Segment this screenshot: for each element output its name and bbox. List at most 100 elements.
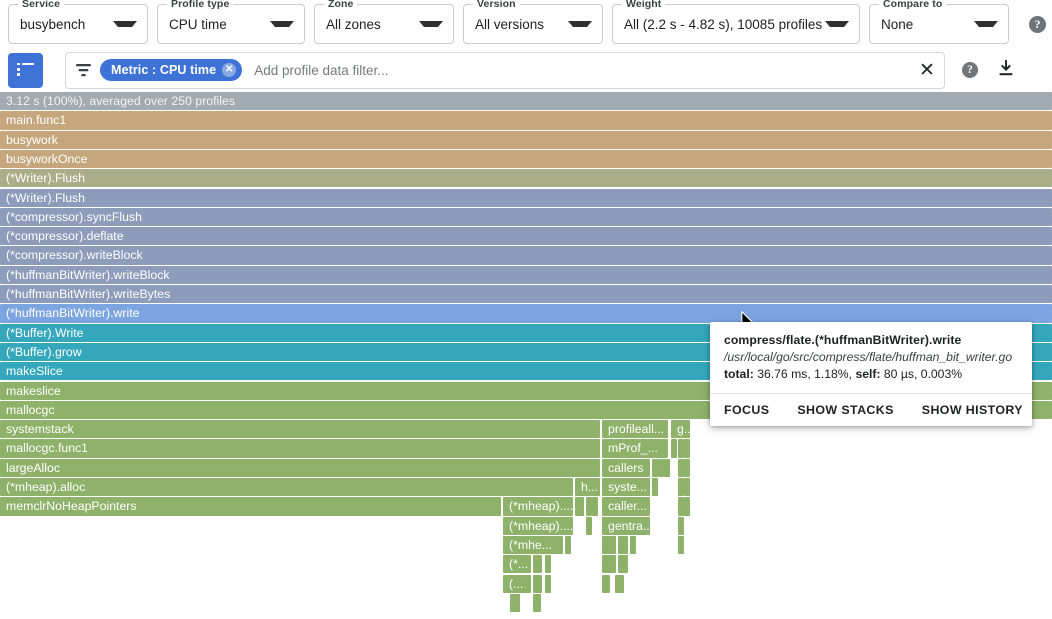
metric-filter-chip[interactable]: Metric : CPU time ✕ bbox=[100, 59, 242, 81]
service-select[interactable]: Service busybench bbox=[8, 4, 148, 44]
flame-frame[interactable]: h... bbox=[575, 478, 600, 496]
flame-frame-label: caller... bbox=[608, 499, 647, 513]
list-view-toggle-button[interactable] bbox=[8, 53, 43, 88]
compare-to-select-label: Compare to bbox=[879, 0, 946, 10]
flame-frame-label: profileall... bbox=[608, 422, 664, 436]
clear-filters-icon[interactable]: ✕ bbox=[916, 61, 938, 80]
show-stacks-button[interactable]: SHOW STACKS bbox=[797, 403, 893, 417]
flame-frame[interactable] bbox=[575, 497, 584, 515]
flame-frame-label: (*Buffer).Write bbox=[6, 326, 83, 340]
profiler-page: Service busybench Profile type CPU time … bbox=[0, 0, 1052, 619]
flame-frame[interactable]: (*mheap).alloc bbox=[0, 478, 573, 496]
flame-frame[interactable]: profileall... bbox=[602, 420, 668, 438]
flame-frame[interactable]: 3.12 s (100%), averaged over 250 profile… bbox=[0, 92, 1052, 110]
flame-frame-label: (*Buffer).grow bbox=[6, 345, 82, 359]
frame-tooltip: compress/flate.(*huffmanBitWriter).write… bbox=[710, 322, 1032, 426]
flame-frame[interactable]: gentra... bbox=[602, 517, 650, 535]
flame-frame-label: mProf_... bbox=[608, 441, 658, 455]
download-icon[interactable] bbox=[997, 59, 1015, 82]
flame-frame[interactable]: (*compressor).writeBlock bbox=[0, 246, 1052, 264]
flame-frame[interactable]: (*mhe... bbox=[503, 536, 563, 554]
flame-frame[interactable]: (*huffmanBitWriter).writeBlock bbox=[0, 266, 1052, 284]
flame-frame[interactable]: mProf_... bbox=[602, 439, 668, 457]
flame-frame[interactable] bbox=[652, 478, 658, 496]
flame-frame[interactable] bbox=[671, 439, 677, 457]
filter-toolbar: Service busybench Profile type CPU time … bbox=[0, 0, 1052, 48]
flame-frame[interactable]: (*huffmanBitWriter).writeBytes bbox=[0, 285, 1052, 303]
flame-frame[interactable] bbox=[565, 536, 571, 554]
flame-frame-label: (*compressor).writeBlock bbox=[6, 248, 143, 262]
flame-frame[interactable] bbox=[615, 575, 624, 593]
flame-frame[interactable]: (*mheap).... bbox=[503, 517, 573, 535]
flame-frame[interactable]: (*Writer).Flush bbox=[0, 189, 1052, 207]
show-history-button[interactable]: SHOW HISTORY bbox=[922, 403, 1023, 417]
chevron-down-icon bbox=[419, 21, 443, 27]
flame-frame-label: mallocgc bbox=[6, 403, 55, 417]
flame-frame-label: largeAlloc bbox=[6, 461, 60, 475]
flame-frame[interactable]: busywork bbox=[0, 131, 1052, 149]
flame-frame[interactable] bbox=[533, 575, 542, 593]
filter-input[interactable]: Add profile data filter... bbox=[254, 63, 916, 78]
flame-frame[interactable]: (*Writer).Flush bbox=[0, 169, 1052, 187]
flame-frame-label: busyworkOnce bbox=[6, 152, 87, 166]
focus-button[interactable]: FOCUS bbox=[724, 403, 769, 417]
profile-filter-bar: Metric : CPU time ✕ Add profile data fil… bbox=[0, 48, 1052, 92]
flame-frame[interactable] bbox=[533, 555, 542, 573]
tooltip-function-name: compress/flate.(*huffmanBitWriter).write bbox=[724, 333, 1018, 347]
flame-frame[interactable]: largeAlloc bbox=[0, 459, 600, 477]
flame-frame[interactable] bbox=[545, 575, 551, 593]
flame-frame[interactable]: busyworkOnce bbox=[0, 150, 1052, 168]
flame-frame[interactable]: mallocgc.func1 bbox=[0, 439, 600, 457]
version-select[interactable]: Version All versions bbox=[463, 4, 603, 44]
flame-frame[interactable] bbox=[533, 594, 541, 612]
flame-frame[interactable] bbox=[510, 594, 520, 612]
tooltip-total-label: total: bbox=[724, 367, 754, 381]
flame-frame[interactable] bbox=[684, 497, 690, 515]
flame-frame[interactable] bbox=[545, 555, 551, 573]
weight-select[interactable]: Weight All (2.2 s - 4.82 s), 10085 profi… bbox=[612, 4, 860, 44]
flame-frame[interactable] bbox=[684, 478, 690, 496]
filter-funnel-icon bbox=[66, 64, 100, 77]
flame-frame[interactable] bbox=[630, 536, 636, 554]
flame-frame-label: (*Writer).Flush bbox=[6, 191, 85, 205]
compare-to-select[interactable]: Compare to None bbox=[869, 4, 1009, 44]
flame-frame-label: 3.12 s (100%), averaged over 250 profile… bbox=[6, 94, 235, 108]
flame-frame[interactable] bbox=[678, 517, 684, 535]
service-select-label: Service bbox=[18, 0, 64, 10]
flame-frame[interactable] bbox=[684, 439, 690, 457]
profile-type-select[interactable]: Profile type CPU time bbox=[157, 4, 305, 44]
flame-frame-label: main.func1 bbox=[6, 113, 66, 127]
help-icon[interactable]: ? bbox=[1029, 16, 1046, 33]
tooltip-self-value: 80 µs, 0.003% bbox=[884, 367, 962, 381]
flame-frame[interactable]: (*huffmanBitWriter).write bbox=[0, 304, 1052, 322]
flame-frame[interactable] bbox=[664, 459, 670, 477]
flame-frame[interactable]: (*compressor).deflate bbox=[0, 227, 1052, 245]
flame-frame[interactable]: (*compressor).syncFlush bbox=[0, 208, 1052, 226]
flame-frame-label: (*Writer).Flush bbox=[6, 171, 85, 185]
flame-frame[interactable]: memclrNoHeapPointers bbox=[0, 497, 501, 515]
flame-frame[interactable] bbox=[602, 575, 610, 593]
flame-frame[interactable]: (*... bbox=[503, 555, 531, 573]
flame-frame[interactable]: caller... bbox=[602, 497, 650, 515]
flame-frame[interactable]: (... bbox=[503, 575, 531, 593]
help-icon[interactable]: ? bbox=[962, 62, 978, 78]
filter-input-container[interactable]: Metric : CPU time ✕ Add profile data fil… bbox=[65, 52, 945, 89]
flame-frame[interactable] bbox=[618, 536, 628, 554]
flame-frame[interactable] bbox=[684, 459, 690, 477]
flame-frame[interactable]: callers bbox=[602, 459, 650, 477]
flame-frame[interactable] bbox=[678, 536, 684, 554]
flame-frame[interactable]: (*mheap).... bbox=[503, 497, 573, 515]
flame-frame[interactable]: main.func1 bbox=[0, 111, 1052, 129]
flame-frame[interactable]: systemstack bbox=[0, 420, 600, 438]
flame-frame[interactable] bbox=[592, 497, 598, 515]
flame-frame[interactable] bbox=[602, 536, 616, 554]
close-icon[interactable]: ✕ bbox=[222, 63, 236, 77]
chevron-down-icon bbox=[113, 21, 137, 27]
flame-frame[interactable] bbox=[602, 555, 616, 573]
flame-frame[interactable]: syste... bbox=[602, 478, 650, 496]
flame-frame[interactable] bbox=[618, 555, 628, 573]
metric-filter-chip-label: Metric : CPU time bbox=[111, 63, 216, 77]
flame-frame[interactable] bbox=[586, 517, 592, 535]
zone-select[interactable]: Zone All zones bbox=[314, 4, 454, 44]
flame-frame[interactable]: g... bbox=[671, 420, 690, 438]
